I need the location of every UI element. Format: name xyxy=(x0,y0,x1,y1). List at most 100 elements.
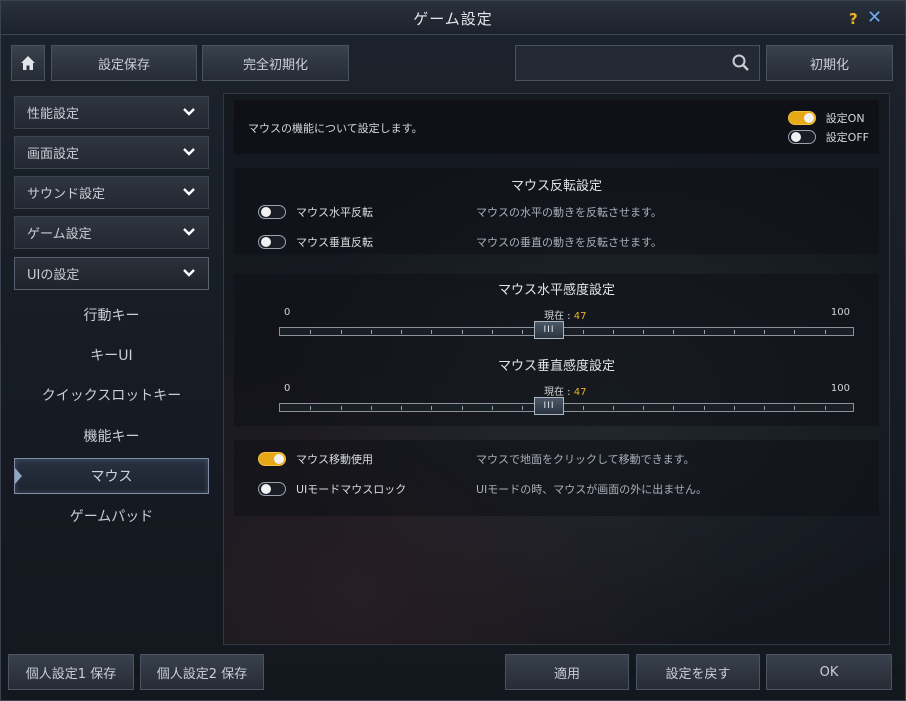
revert-settings-button[interactable]: 設定を戻す xyxy=(636,654,760,690)
sensitivity-section: マウス水平感度設定 0 現在 : 47 100 III マウス垂直感度設定 0 … xyxy=(234,274,879,426)
help-button[interactable]: ? xyxy=(849,10,858,28)
option-label: UIモードマウスロック xyxy=(296,483,407,496)
legend-toggle-on-icon xyxy=(787,110,816,125)
vertical-sensitivity-slider: 0 現在 : 47 100 III xyxy=(279,383,854,417)
sidebar-item-label: マウス xyxy=(90,469,133,485)
slider-tick xyxy=(643,406,644,410)
option-label: マウス移動使用 xyxy=(296,453,373,466)
slider-tick xyxy=(794,406,795,410)
legend-on: 設定ON xyxy=(787,108,869,127)
search-icon[interactable] xyxy=(731,53,751,73)
slider-tick xyxy=(310,406,311,410)
toggle-legend: 設定ON 設定OFF xyxy=(787,108,869,146)
slider-tick xyxy=(764,330,765,334)
slider-tick xyxy=(401,406,402,410)
slider-tick xyxy=(583,330,584,334)
slider-min: 0 xyxy=(284,383,291,394)
slider-tick xyxy=(310,330,311,334)
slider-tick xyxy=(462,406,463,410)
chevron-down-icon xyxy=(183,148,195,156)
chevron-down-icon xyxy=(183,269,195,277)
apply-button[interactable]: 適用 xyxy=(505,654,629,690)
home-icon xyxy=(21,56,35,70)
slider-tick xyxy=(401,330,402,334)
slider-tick xyxy=(673,330,674,334)
slider-tick xyxy=(704,330,705,334)
chevron-down-icon xyxy=(183,228,195,236)
slider-tick xyxy=(492,406,493,410)
close-button[interactable]: ✕ xyxy=(867,7,882,28)
sidebar-category-label: ゲーム設定 xyxy=(27,227,92,242)
mouse-invert-section: マウス反転設定 マウス水平反転 マウスの水平の動きを反転させます。 マウス垂直反… xyxy=(234,168,879,254)
settings-window: ゲーム設定 ? ✕ 設定保存 完全初期化 初期化 性能設定 画面設定 サウンド設… xyxy=(0,0,906,701)
slider-tick xyxy=(492,330,493,334)
sidebar-category-game[interactable]: ゲーム設定 xyxy=(14,216,209,249)
slider-tick xyxy=(431,406,432,410)
description-text: マウスの機能について設定します。 xyxy=(248,122,423,135)
mouse-move-toggle[interactable] xyxy=(258,452,286,466)
slider-tick xyxy=(371,330,372,334)
slider-tick xyxy=(764,406,765,410)
active-marker xyxy=(15,468,22,484)
reset-button[interactable]: 初期化 xyxy=(766,45,893,81)
slider-tick xyxy=(734,330,735,334)
sidebar-category-label: 性能設定 xyxy=(27,107,80,122)
slider-tick xyxy=(673,406,674,410)
sidebar-item-function-keys[interactable]: 機能キー xyxy=(14,418,209,454)
title-bar: ゲーム設定 ? ✕ xyxy=(1,1,905,35)
sidebar-category-ui[interactable]: UIの設定 xyxy=(14,257,209,290)
sidebar-item-gamepad[interactable]: ゲームパッド xyxy=(14,498,209,534)
horizontal-sensitivity-title: マウス水平感度設定 xyxy=(497,283,615,298)
full-reset-button[interactable]: 完全初期化 xyxy=(202,45,349,81)
sidebar-category-performance[interactable]: 性能設定 xyxy=(14,96,209,129)
slider-tick xyxy=(371,406,372,410)
mouse-move-section: マウス移動使用 マウスで地面をクリックして移動できます。 UIモードマウスロック… xyxy=(234,440,879,516)
slider-tick xyxy=(341,406,342,410)
slider-tick xyxy=(341,330,342,334)
slider-tick xyxy=(704,406,705,410)
slider-thumb[interactable]: III xyxy=(534,397,564,415)
sidebar-item-action-keys[interactable]: 行動キー xyxy=(14,297,209,333)
option-mouse-vertical-invert: マウス垂直反転 マウスの垂直の動きを反転させます。 xyxy=(258,232,868,252)
sidebar-item-key-ui[interactable]: キーUI xyxy=(14,337,209,373)
slider-tick xyxy=(613,330,614,334)
save-settings-button[interactable]: 設定保存 xyxy=(51,45,197,81)
search-input[interactable] xyxy=(516,46,726,80)
option-label: マウス垂直反転 xyxy=(296,236,373,249)
slider-tick xyxy=(462,330,463,334)
personal-setting-1-save-button[interactable]: 個人設定1 保存 xyxy=(8,654,134,690)
content-panel: マウスの機能について設定します。 設定ON 設定OFF マウス反転設定 マウス水… xyxy=(223,93,890,645)
slider-thumb[interactable]: III xyxy=(534,321,564,339)
slider-track[interactable] xyxy=(279,327,854,336)
search-box xyxy=(515,45,760,81)
vertical-invert-toggle[interactable] xyxy=(258,235,286,249)
sidebar-item-mouse[interactable]: マウス xyxy=(14,458,209,494)
slider-tick xyxy=(825,406,826,410)
sidebar-category-label: 画面設定 xyxy=(27,147,80,162)
slider-max: 100 xyxy=(830,383,850,394)
sidebar-category-sound[interactable]: サウンド設定 xyxy=(14,176,209,209)
bottom-bar: 個人設定1 保存 個人設定2 保存 適用 設定を戻す OK xyxy=(1,651,905,701)
slider-min: 0 xyxy=(284,307,291,318)
slider-current: 現在 : 47 xyxy=(544,387,587,398)
slider-track[interactable] xyxy=(279,403,854,412)
vertical-sensitivity-title: マウス垂直感度設定 xyxy=(497,359,615,374)
legend-on-label: 設定ON xyxy=(825,111,865,125)
chevron-down-icon xyxy=(183,188,195,196)
horizontal-sensitivity-slider: 0 現在 : 47 100 III xyxy=(279,307,854,341)
ui-mode-lock-toggle[interactable] xyxy=(258,482,286,496)
personal-setting-2-save-button[interactable]: 個人設定2 保存 xyxy=(140,654,264,690)
slider-tick xyxy=(583,406,584,410)
horizontal-invert-toggle[interactable] xyxy=(258,205,286,219)
sidebar: 性能設定 画面設定 サウンド設定 ゲーム設定 UIの設定 行動キー キーUI ク… xyxy=(11,93,211,645)
slider-tick xyxy=(825,330,826,334)
home-button[interactable] xyxy=(11,45,45,81)
option-mouse-move: マウス移動使用 マウスで地面をクリックして移動できます。 xyxy=(258,449,868,469)
slider-max: 100 xyxy=(830,307,850,318)
sidebar-item-quickslot-keys[interactable]: クイックスロットキー xyxy=(14,377,209,413)
slider-tick xyxy=(522,406,523,410)
slider-tick xyxy=(643,330,644,334)
ok-button[interactable]: OK xyxy=(766,654,892,690)
sidebar-category-label: サウンド設定 xyxy=(27,187,106,202)
sidebar-category-display[interactable]: 画面設定 xyxy=(14,136,209,169)
